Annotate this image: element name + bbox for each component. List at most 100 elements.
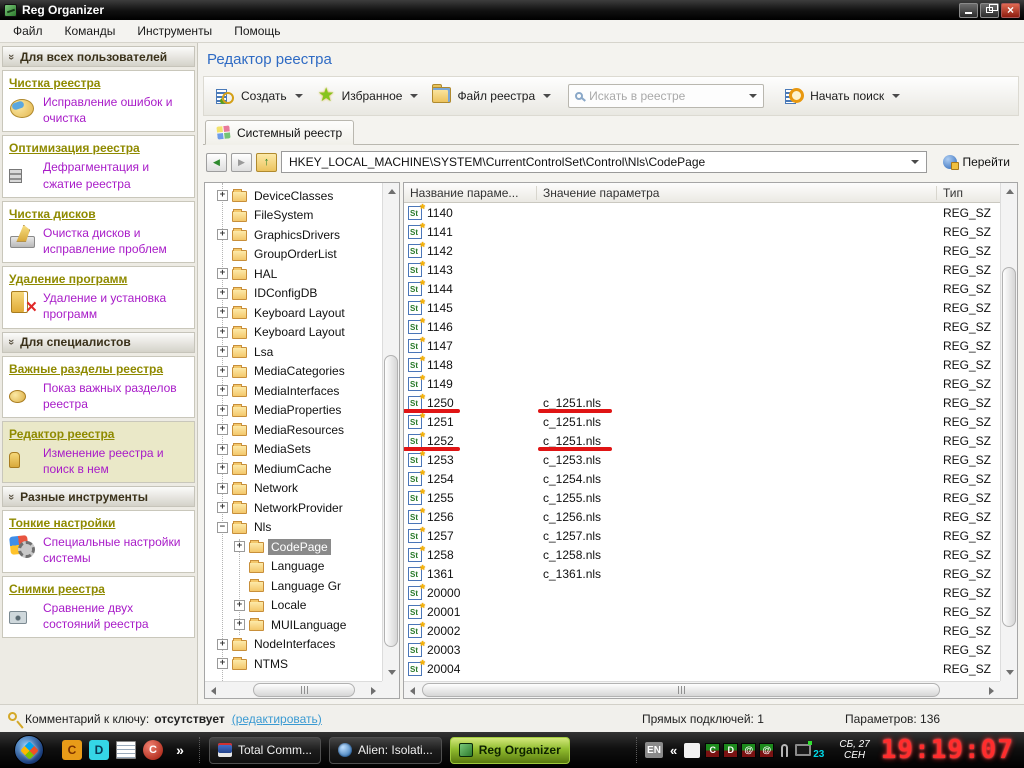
task-button[interactable]: Reg Organizer: [449, 736, 570, 764]
table-row[interactable]: 1253 c_1253.nls REG_SZ: [404, 448, 1000, 469]
sidebar-card[interactable]: Редактор реестра Изменение реестра и пои…: [2, 420, 195, 484]
quick-launch-icon[interactable]: [116, 741, 136, 759]
sidebar-card[interactable]: Оптимизация реестра Дефрагментация и сжа…: [2, 135, 195, 198]
scroll-up-arrow[interactable]: [1001, 183, 1017, 199]
sidebar-card-title[interactable]: Удаление программ: [9, 272, 188, 286]
tree-expander-icon[interactable]: +: [217, 658, 228, 670]
value-name-cell[interactable]: 1147: [404, 334, 537, 353]
table-row[interactable]: 20001 REG_SZ: [404, 600, 1000, 621]
value-data-cell[interactable]: c_1254.nls: [537, 472, 937, 486]
tree-item[interactable]: + Network: [205, 479, 382, 499]
tree-item-label[interactable]: Keyboard Layout: [251, 305, 348, 321]
table-row[interactable]: 1148 REG_SZ: [404, 353, 1000, 374]
tree-item[interactable]: + CodePage: [205, 537, 382, 557]
sidebar-section-header[interactable]: » Для специалистов: [2, 331, 195, 353]
tree-item[interactable]: + MediumCache: [205, 459, 382, 479]
table-row[interactable]: 1252 c_1251.nls REG_SZ: [404, 429, 1000, 451]
value-name-cell[interactable]: 20002: [404, 619, 537, 638]
minimize-button[interactable]: [959, 2, 978, 18]
tree-expander-icon[interactable]: −: [217, 521, 228, 533]
tab-system-registry[interactable]: Системный реестр: [205, 120, 355, 145]
value-name-cell[interactable]: 1142: [404, 239, 537, 258]
table-row[interactable]: 20004 REG_SZ: [404, 657, 1000, 678]
dropdown-caret-icon[interactable]: [749, 94, 758, 102]
tree-item-label[interactable]: GroupOrderList: [251, 246, 340, 262]
sidebar-card[interactable]: Снимки реестра Сравнение двух состояний …: [2, 575, 195, 638]
tree-horizontal-scrollbar[interactable]: [205, 681, 382, 698]
tree-item-label[interactable]: GraphicsDrivers: [251, 227, 343, 243]
table-row[interactable]: 1141 REG_SZ: [404, 220, 1000, 241]
sidebar-card-title[interactable]: Снимки реестра: [9, 582, 188, 596]
value-data-cell[interactable]: c_1251.nls: [537, 415, 937, 429]
value-name-cell[interactable]: 1361: [404, 562, 537, 581]
task-button[interactable]: Total Comm...: [209, 736, 322, 764]
table-row[interactable]: 1144 REG_SZ: [404, 277, 1000, 298]
tree-expander-icon[interactable]: +: [234, 541, 245, 553]
scroll-left-arrow[interactable]: [205, 682, 221, 698]
menu-item[interactable]: Помощь: [223, 21, 291, 41]
tree-item[interactable]: + Lsa: [205, 342, 382, 362]
sidebar-card[interactable]: Чистка реестра Исправление ошибок и очис…: [2, 70, 195, 133]
scroll-down-arrow[interactable]: [1001, 665, 1017, 681]
tree-expander-icon[interactable]: +: [217, 229, 228, 241]
tree-expander-icon[interactable]: +: [217, 404, 228, 416]
column-header-name[interactable]: Название параме...: [404, 185, 537, 200]
tree-item-label[interactable]: MediaInterfaces: [251, 383, 342, 399]
tree-item-label[interactable]: CodePage: [268, 538, 331, 555]
tree-vscroll-thumb[interactable]: [384, 355, 398, 647]
value-name-cell[interactable]: 1145: [404, 296, 537, 315]
table-row[interactable]: 1143 REG_SZ: [404, 258, 1000, 279]
tree-item[interactable]: + Keyboard Layout: [205, 303, 382, 323]
tree-item[interactable]: + MediaProperties: [205, 401, 382, 421]
table-row[interactable]: 1258 c_1258.nls REG_SZ: [404, 543, 1000, 564]
go-button[interactable]: Перейти: [937, 153, 1016, 171]
close-button[interactable]: ×: [1001, 2, 1020, 18]
sidebar-card-title[interactable]: Редактор реестра: [9, 427, 188, 441]
tree-expander-icon[interactable]: +: [234, 619, 245, 631]
sidebar-section-header[interactable]: » Разные инструменты: [2, 486, 195, 508]
registry-path-combobox[interactable]: HKEY_LOCAL_MACHINE\SYSTEM\CurrentControl…: [281, 151, 928, 173]
value-name-cell[interactable]: 1256: [404, 505, 537, 524]
tree-item[interactable]: + MediaResources: [205, 420, 382, 440]
value-data-cell[interactable]: c_1256.nls: [537, 510, 937, 524]
table-row[interactable]: 20000 REG_SZ: [404, 581, 1000, 602]
tree-expander-icon[interactable]: +: [217, 638, 228, 650]
sidebar-card-title[interactable]: Важные разделы реестра: [9, 362, 188, 376]
tree-item-label[interactable]: NTMS: [251, 656, 291, 672]
quick-launch-icon[interactable]: C: [143, 740, 163, 760]
edit-comment-link[interactable]: (редактировать): [232, 712, 322, 726]
sidebar-card[interactable]: Важные разделы реестра Показ важных разд…: [2, 355, 195, 418]
search-input[interactable]: Искать в реестре: [568, 84, 765, 108]
forward-button[interactable]: ▶: [231, 152, 252, 172]
tree-expander-icon[interactable]: +: [217, 346, 228, 358]
column-header-value[interactable]: Значение параметра: [537, 185, 937, 200]
tree-vertical-scrollbar[interactable]: [382, 183, 399, 681]
sidebar-section-header[interactable]: » Для всех пользователей: [2, 46, 195, 67]
table-row[interactable]: 1254 c_1254.nls REG_SZ: [404, 467, 1000, 488]
tree-item[interactable]: Language: [205, 557, 382, 577]
tree-item-label[interactable]: Nls: [251, 519, 274, 535]
table-row[interactable]: 1256 c_1256.nls REG_SZ: [404, 505, 1000, 526]
table-row[interactable]: 20002 REG_SZ: [404, 619, 1000, 640]
table-row[interactable]: 1140 REG_SZ: [404, 203, 1000, 222]
tree-item-label[interactable]: MediaSets: [251, 441, 314, 457]
create-button[interactable]: Создать: [209, 83, 310, 109]
table-row[interactable]: 1250 c_1251.nls REG_SZ: [404, 391, 1000, 413]
tray-icon[interactable]: @: [759, 742, 775, 758]
quick-launch-icon[interactable]: »: [170, 740, 190, 760]
value-data-cell[interactable]: c_1255.nls: [537, 491, 937, 505]
tree-expander-icon[interactable]: +: [217, 502, 228, 514]
tree-item[interactable]: + NetworkProvider: [205, 498, 382, 518]
tree-item-label[interactable]: HAL: [251, 266, 280, 282]
tree-item-label[interactable]: MediumCache: [251, 461, 334, 477]
table-row[interactable]: 1257 c_1257.nls REG_SZ: [404, 524, 1000, 545]
sidebar-card[interactable]: Чистка дисков Очистка дисков и исправлен…: [2, 200, 195, 264]
value-name-cell[interactable]: 1149: [404, 372, 537, 391]
tree-expander-icon[interactable]: +: [217, 326, 228, 338]
scroll-down-arrow[interactable]: [383, 665, 399, 681]
tree-item[interactable]: Language Gr: [205, 576, 382, 596]
table-vertical-scrollbar[interactable]: [1000, 183, 1017, 681]
menu-item[interactable]: Файл: [2, 21, 54, 41]
tree-item[interactable]: + MUILanguage: [205, 615, 382, 635]
tree-item-label[interactable]: IDConfigDB: [251, 285, 320, 301]
